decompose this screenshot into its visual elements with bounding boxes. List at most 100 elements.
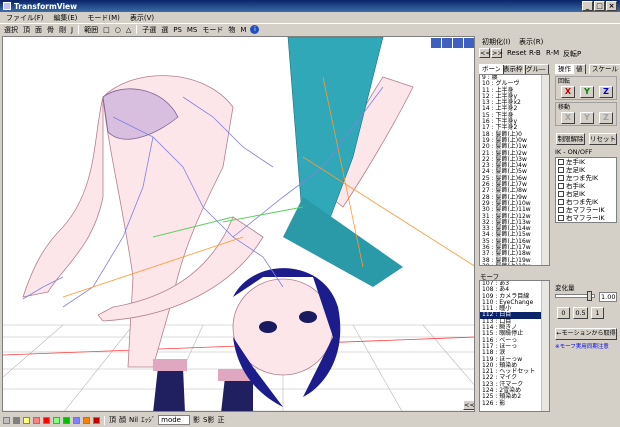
ik-item[interactable]: 左足IK <box>556 166 616 174</box>
tool-rigid[interactable]: 剛 <box>58 25 67 35</box>
3d-viewport[interactable]: << <box>2 36 475 412</box>
tool-physics[interactable]: 物 <box>227 25 236 35</box>
ik-item[interactable]: 右つま先IK <box>556 198 616 206</box>
status-edge[interactable]: ｴｯｼﾞ <box>141 415 155 425</box>
morph-list-item[interactable]: 126 : 影 <box>480 400 549 407</box>
menu-view[interactable]: 表示(V) <box>130 13 154 23</box>
tool-ps[interactable]: PS <box>172 26 183 34</box>
init-position-menu[interactable]: 初期化(I) <box>482 37 511 47</box>
tool-vertex[interactable]: 頂 <box>22 25 31 35</box>
ik-checkbox[interactable] <box>558 183 564 189</box>
rotate-z-button[interactable]: Z <box>599 86 613 98</box>
shape-triangle-icon[interactable]: △ <box>125 26 132 34</box>
status-shadow[interactable]: 影 <box>193 415 200 425</box>
tool-select[interactable]: 選択 <box>3 25 19 35</box>
color-swatch[interactable] <box>43 416 50 424</box>
collapse-panel-button[interactable]: << <box>463 400 474 410</box>
status-self-shadow[interactable]: S影 <box>203 415 214 425</box>
tool-range[interactable]: 範囲 <box>83 25 99 35</box>
ik-checkbox[interactable] <box>558 167 564 173</box>
view-rotate-icon[interactable] <box>431 38 441 48</box>
tool-choose[interactable]: 選 <box>160 25 169 35</box>
amount-0-button[interactable]: 0 <box>557 307 570 319</box>
shape-circle-icon[interactable]: ○ <box>114 26 122 34</box>
color-swatch[interactable] <box>33 416 40 424</box>
shape-rect-icon[interactable]: □ <box>102 26 111 34</box>
color-swatch[interactable] <box>53 416 60 424</box>
view-move-icon[interactable] <box>442 38 452 48</box>
color-swatch[interactable] <box>83 416 90 424</box>
color-swatch[interactable] <box>13 416 20 424</box>
bone-list[interactable]: 9 : 腰 10 : グルーヴ 11 : 上半身 12 : 上半身y 13 : 上半身x… <box>479 74 550 266</box>
move-y-button[interactable]: Y <box>580 112 594 124</box>
color-swatch[interactable] <box>63 416 70 424</box>
tool-face[interactable]: 面 <box>34 25 43 35</box>
status-vertex[interactable]: 頂 <box>109 415 116 425</box>
close-button[interactable]: × <box>606 1 617 11</box>
rm-button[interactable]: R-M <box>546 49 559 57</box>
ik-checkbox[interactable] <box>558 191 564 197</box>
rotate-y-button[interactable]: Y <box>580 86 594 98</box>
menu-mode[interactable]: モード(M) <box>87 13 120 23</box>
view-reset-icon[interactable] <box>464 38 474 48</box>
move-x-button[interactable]: X <box>561 112 575 124</box>
tool-m[interactable]: M <box>239 26 247 34</box>
info-icon[interactable]: i <box>250 25 260 34</box>
amount-1-button[interactable]: 1 <box>591 307 604 319</box>
ik-checkbox[interactable] <box>558 175 564 181</box>
tab-display-frame[interactable]: 表示枠 <box>500 64 526 74</box>
view-zoom-icon[interactable] <box>453 38 463 48</box>
rb-button[interactable]: R-B <box>529 49 541 57</box>
ik-item[interactable]: 右足IK <box>556 190 616 198</box>
morph-list[interactable]: 107 : あ3 108 : あ4 109 : カメラ目線 110 : EyeChan… <box>479 280 550 412</box>
reverse-button[interactable]: 反転P <box>563 49 581 59</box>
nav-prev-button[interactable]: << <box>479 48 491 58</box>
color-swatch[interactable] <box>23 416 30 424</box>
bone-list-item[interactable]: 39 : 髪飾(上)10w <box>480 263 549 265</box>
tab-scale[interactable]: スケール <box>589 64 620 74</box>
tool-child-select[interactable]: 子選 <box>141 25 157 35</box>
status-ortho[interactable]: 正 <box>217 415 224 425</box>
minimize-button[interactable]: _ <box>582 1 593 11</box>
color-swatch[interactable] <box>93 416 100 424</box>
ik-item[interactable]: 左手IK <box>556 158 616 166</box>
color-swatch[interactable] <box>73 416 80 424</box>
move-z-button[interactable]: Z <box>599 112 613 124</box>
status-face[interactable]: 顔 <box>119 415 126 425</box>
ik-item[interactable]: 右手IK <box>556 182 616 190</box>
tool-bone[interactable]: 骨 <box>46 25 55 35</box>
ik-item[interactable]: 左つま先IK <box>556 174 616 182</box>
status-nil[interactable]: Nil <box>129 416 138 424</box>
ik-label: 左手IK <box>566 158 586 166</box>
menu-file[interactable]: ファイル(F) <box>6 13 44 23</box>
ik-checkbox[interactable] <box>558 159 564 165</box>
maximize-button[interactable]: □ <box>594 1 605 11</box>
amount-slider-thumb[interactable] <box>587 291 592 301</box>
ik-item[interactable]: 左マフラーIK <box>556 206 616 214</box>
mode-dropdown[interactable]: mode <box>158 415 190 425</box>
tool-joint[interactable]: J <box>70 26 74 34</box>
color-swatch[interactable] <box>3 416 10 424</box>
tool-ms[interactable]: MS <box>186 26 198 34</box>
limit-clear-button[interactable]: 制限解除 <box>556 133 585 145</box>
tab-group[interactable]: グル― <box>523 64 549 74</box>
tab-value[interactable]: 値 <box>573 64 586 74</box>
ik-checkbox[interactable] <box>558 215 564 221</box>
tab-operation[interactable]: 操作 <box>555 64 574 74</box>
get-from-motion-button[interactable]: ←モーションから取得 <box>555 328 617 340</box>
nav-next-button[interactable]: >> <box>491 48 503 58</box>
reset-pose-button[interactable]: リセット <box>589 133 617 145</box>
menu-edit[interactable]: 編集(E) <box>54 13 78 23</box>
reset-button[interactable]: Reset <box>507 49 527 57</box>
ik-label: 右つま先IK <box>566 198 599 206</box>
amount-half-button[interactable]: 0.5 <box>573 307 588 319</box>
ik-checkbox[interactable] <box>558 199 564 205</box>
tool-mode-dropdown[interactable]: モード <box>201 25 224 35</box>
rotate-x-button[interactable]: X <box>561 86 575 98</box>
ik-checkbox[interactable] <box>558 207 564 213</box>
bone-list-scrollbar[interactable] <box>541 75 549 265</box>
ik-item[interactable]: 右マフラーIK <box>556 214 616 222</box>
display-menu[interactable]: 表示(R) <box>519 37 543 47</box>
morph-list-scrollbar[interactable] <box>541 281 549 411</box>
amount-value[interactable]: 1.00 <box>599 292 618 302</box>
